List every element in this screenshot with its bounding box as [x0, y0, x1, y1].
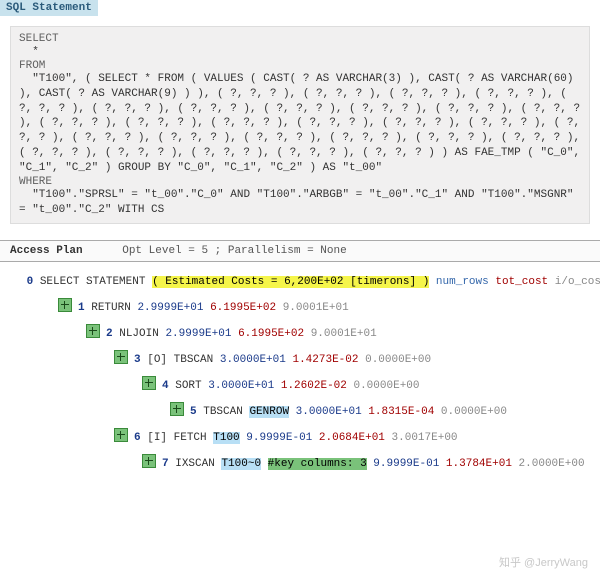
plan-step-id: 0	[27, 276, 34, 288]
plan-step-totcost: 1.8315E-04	[368, 406, 434, 418]
sql-where-body: "T100"."SPRSL" = "t_00"."C_0" AND "T100"…	[19, 188, 581, 218]
plan-step-totcost: 1.2602E-02	[281, 380, 347, 392]
plan-step-op: SORT	[175, 380, 201, 392]
plan-step-op: TBSCAN	[203, 406, 243, 418]
sql-where-kw: WHERE	[19, 176, 581, 188]
plan-step-object: GENROW	[249, 406, 289, 418]
plan-step-extra: #key columns: 3	[268, 458, 367, 470]
plan-step-numrows: 2.9999E+01	[165, 328, 231, 340]
plan-step-op: [I] FETCH	[147, 432, 206, 444]
expand-icon[interactable]	[114, 350, 128, 364]
plan-step[interactable]: 2 NLJOIN 2.9999E+01 6.1995E+02 9.0001E+0…	[10, 316, 600, 340]
plan-step-iocost: 3.0017E+00	[392, 432, 458, 444]
plan-col-totcost: tot_cost	[495, 276, 548, 288]
plan-step-totcost: 6.1995E+02	[238, 328, 304, 340]
plan-step-iocost: 9.0001E+01	[311, 328, 377, 340]
plan-step-totcost: 1.3784E+01	[446, 458, 512, 470]
expand-icon[interactable]	[170, 402, 184, 416]
plan-step-iocost: 2.0000E+00	[519, 458, 585, 470]
plan-step-totcost: 6.1995E+02	[210, 302, 276, 314]
sql-select-kw: SELECT	[19, 33, 581, 45]
plan-step-id: 5	[190, 406, 197, 418]
plan-step-numrows: 3.0000E+01	[208, 380, 274, 392]
plan-step-iocost: 0.0000E+00	[441, 406, 507, 418]
plan-col-numrows: num_rows	[436, 276, 489, 288]
plan-step-numrows: 3.0000E+01	[296, 406, 362, 418]
plan-step-id: 3	[134, 354, 141, 366]
plan-step-totcost: 1.4273E-02	[292, 354, 358, 366]
plan-root[interactable]: 0 SELECT STATEMENT ( Estimated Costs = 6…	[10, 276, 600, 288]
plan-step-op: SELECT STATEMENT	[40, 276, 146, 288]
expand-icon[interactable]	[86, 324, 100, 338]
plan-step-iocost: 0.0000E+00	[353, 380, 419, 392]
plan-col-iocost: i/o_cost	[555, 276, 600, 288]
plan-step-iocost: 9.0001E+01	[283, 302, 349, 314]
sql-select-body: *	[19, 45, 581, 60]
access-plan-header: Access Plan Opt Level = 5 ; Parallelism …	[0, 240, 600, 262]
plan-step-iocost: 0.0000E+00	[365, 354, 431, 366]
plan-step-id: 1	[78, 302, 85, 314]
plan-step[interactable]: 3 [O] TBSCAN 3.0000E+01 1.4273E-02 0.000…	[10, 342, 600, 366]
sql-from-body: "T100", ( SELECT * FROM ( VALUES ( CAST(…	[19, 72, 581, 176]
section-header: SQL Statement	[0, 0, 98, 16]
plan-step-id: 4	[162, 380, 169, 392]
plan-step-op: NLJOIN	[119, 328, 159, 340]
expand-icon[interactable]	[142, 376, 156, 390]
plan-step-op: IXSCAN	[175, 458, 215, 470]
expand-icon[interactable]	[114, 428, 128, 442]
plan-step-id: 6	[134, 432, 141, 444]
plan-step-numrows: 2.9999E+01	[137, 302, 203, 314]
access-plan-label: Access Plan	[10, 245, 83, 257]
access-plan-tree: 0 SELECT STATEMENT ( Estimated Costs = 6…	[10, 276, 600, 470]
expand-icon[interactable]	[58, 298, 72, 312]
plan-step-numrows: 3.0000E+01	[220, 354, 286, 366]
plan-step[interactable]: 5 TBSCAN GENROW 3.0000E+01 1.8315E-04 0.…	[10, 394, 600, 418]
plan-step-op: [O] TBSCAN	[147, 354, 213, 366]
sql-from-kw: FROM	[19, 60, 581, 72]
plan-step[interactable]: 6 [I] FETCH T100 9.9999E-01 2.0684E+01 3…	[10, 420, 600, 444]
watermark: 知乎 @JerryWang	[499, 554, 588, 570]
expand-icon[interactable]	[142, 454, 156, 468]
plan-step-totcost: 2.0684E+01	[319, 432, 385, 444]
plan-step-op: RETURN	[91, 302, 131, 314]
plan-step-numrows: 9.9999E-01	[246, 432, 312, 444]
sql-block: SELECT * FROM "T100", ( SELECT * FROM ( …	[10, 26, 590, 224]
plan-step-id: 7	[162, 458, 169, 470]
plan-root-cost: ( Estimated Costs = 6,200E+02 [timerons]…	[152, 276, 429, 288]
plan-step-numrows: 9.9999E-01	[373, 458, 439, 470]
plan-step[interactable]: 4 SORT 3.0000E+01 1.2602E-02 0.0000E+00	[10, 368, 600, 392]
plan-step-object: T100~0	[221, 458, 261, 470]
plan-step-object: T100	[213, 432, 239, 444]
plan-step-id: 2	[106, 328, 113, 340]
plan-step[interactable]: 7 IXSCAN T100~0 #key columns: 3 9.9999E-…	[10, 446, 600, 470]
access-plan-opt: Opt Level = 5 ; Parallelism = None	[122, 245, 346, 257]
plan-step[interactable]: 1 RETURN 2.9999E+01 6.1995E+02 9.0001E+0…	[10, 290, 600, 314]
